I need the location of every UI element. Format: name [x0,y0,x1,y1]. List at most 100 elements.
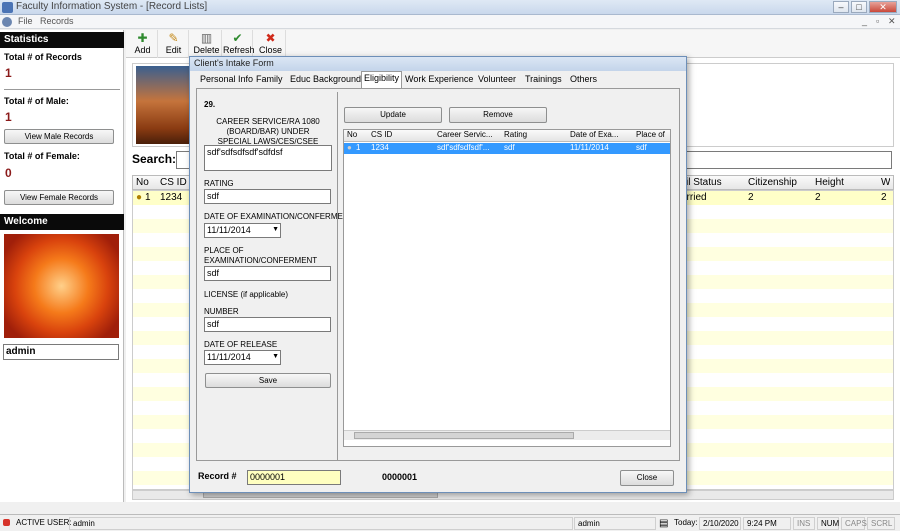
active-user-label: ACTIVE USER: [16,518,72,527]
grid-col-no[interactable]: No [347,130,357,139]
cell-weight: 2 [881,192,887,203]
cell-cs-id: 1234 [160,192,183,203]
view-female-records-button[interactable]: View Female Records [4,190,114,205]
item-number: 29. [204,100,216,109]
maximize-button[interactable]: □ [851,1,867,13]
add-label: Add [134,45,151,55]
update-button[interactable]: Update [344,107,442,123]
menu-app-icon [2,17,12,27]
add-button[interactable]: ✚ Add [128,30,158,58]
menu-file[interactable]: File [18,16,33,26]
place-of-examination-input[interactable]: sdf [204,266,331,281]
cell-no: 1 [145,192,151,203]
delete-label: Delete [193,45,220,55]
ins-indicator: INS [793,517,815,530]
grid-col-rating[interactable]: Rating [504,130,527,139]
menu-records[interactable]: Records [40,16,74,26]
record-number-label: Record # [198,471,237,481]
grid-col-career-service[interactable]: Career Servic... [437,130,502,139]
career-service-input[interactable]: sdf'sdfsdfsdf'sdfdsf [204,145,332,171]
minimize-button[interactable]: – [833,1,849,13]
eligibility-grid-scrollbar[interactable] [344,430,670,440]
add-icon: ✚ [137,31,148,45]
title-bar: Faculty Information System - [Record Lis… [0,0,900,15]
chevron-down-icon[interactable]: ▼ [272,353,279,360]
grid-cell-rating: sdf [504,143,515,152]
close-button[interactable]: ✖ Close [256,30,286,58]
total-records-count: 1 [5,66,12,80]
row-pointer-icon: ● [136,192,143,203]
total-male-label: Total # of Male: [4,96,69,106]
tab-educ-background[interactable]: Educ Background [288,73,363,87]
close-label: Close [258,45,282,55]
eligibility-panel: 29. CAREER SERVICE/RA 1080 (BOARD/BAR) U… [196,88,680,461]
grid-col-date-of-exam[interactable]: Date of Exa... [570,130,632,139]
col-height[interactable]: Height [815,177,844,188]
search-label: Search: [132,152,177,166]
col-no[interactable]: No [136,177,149,188]
check-icon: ✔ [232,31,243,45]
col-citizenship[interactable]: Citizenship [748,177,797,188]
tab-trainings[interactable]: Trainings [523,73,564,87]
save-button[interactable]: Save [205,373,331,388]
tab-volunteer[interactable]: Volunteer [476,73,518,87]
total-female-label: Total # of Female: [4,151,80,161]
mdi-close-icon[interactable]: ✕ [888,16,896,27]
number-label: NUMBER [204,307,239,316]
grid-col-place-of[interactable]: Place of [636,130,665,139]
refresh-label: Refresh [223,45,255,55]
eligibility-grid: No CS ID Career Servic... Rating Date of… [343,129,671,447]
chevron-down-icon[interactable]: ▼ [272,226,279,233]
num-indicator: NUM [817,517,839,530]
toolbar: ✚ Add ✎ Edit ▥ Delete ✔ Refresh ✖ Close [126,30,900,58]
col-weight[interactable]: W [881,177,890,188]
app-icon [2,2,13,13]
tab-family[interactable]: Family [254,73,285,87]
rating-label: RATING [204,179,234,188]
pencil-icon: ✎ [168,31,179,45]
date-of-examination-label: DATE OF EXAMINATION/CONFERMENT [204,212,354,221]
cell-citizenship: 2 [748,192,754,203]
date-of-examination-picker[interactable]: 11/11/2014 ▼ [204,223,281,238]
row-pointer-icon: ● [347,143,352,152]
col-cs-id[interactable]: CS ID [160,177,187,188]
tab-work-experience[interactable]: Work Experience [403,73,475,87]
close-window-button[interactable]: ✕ [869,1,897,13]
career-service-label: CAREER SERVICE/RA 1080 (BOARD/BAR) UNDER… [216,117,320,146]
number-input[interactable]: sdf [204,317,331,332]
mdi-restore-icon[interactable]: ▫ [876,16,879,26]
total-female-count: 0 [5,166,12,180]
view-male-records-button[interactable]: View Male Records [4,129,114,144]
divider [4,89,120,90]
window-title: Faculty Information System - [Record Lis… [16,1,208,12]
time-value: 9:24 PM [743,517,791,530]
menu-bar: File Records _ ▫ ✕ [0,15,900,29]
grid-cell-no: 1 [356,143,361,152]
date-of-examination-value: 11/11/2014 [207,225,251,235]
tab-others[interactable]: Others [568,73,599,87]
record-number-input[interactable]: 0000001 [247,470,341,485]
remove-button[interactable]: Remove [449,107,547,123]
grid-cell-place: sdf [636,143,647,152]
date-of-release-picker[interactable]: 11/11/2014 ▼ [204,350,281,365]
clients-intake-form-dialog: Client's Intake Form Personal Info Famil… [189,56,687,493]
cell-height: 2 [815,192,821,203]
user-status-icon [3,519,10,526]
rating-input[interactable]: sdf [204,189,331,204]
delete-button[interactable]: ▥ Delete [192,30,222,58]
tab-eligibility[interactable]: Eligibility [361,71,403,88]
edit-button[interactable]: ✎ Edit [159,30,189,58]
refresh-button[interactable]: ✔ Refresh [223,30,255,58]
grid-col-cs-id[interactable]: CS ID [371,130,392,139]
tab-personal-info[interactable]: Personal Info [198,73,255,87]
left-panel: Statistics Total # of Records 1 Total # … [0,30,124,502]
col-civil-status[interactable]: vil Status [681,177,722,188]
statistics-header: Statistics [0,32,124,48]
dialog-close-button[interactable]: Close [620,470,674,486]
mdi-minimize-icon[interactable]: _ [862,16,867,26]
grid-scrollbar-thumb[interactable] [354,432,574,439]
total-records-label: Total # of Records [4,52,82,62]
calendar-icon: ▤ [659,518,669,529]
table-row[interactable]: ● 1 1234 sdf'sdfsdfsdf'... sdf 11/11/201… [344,143,670,154]
place-of-examination-label: PLACE OF EXAMINATION/CONFERMENT [204,246,318,265]
